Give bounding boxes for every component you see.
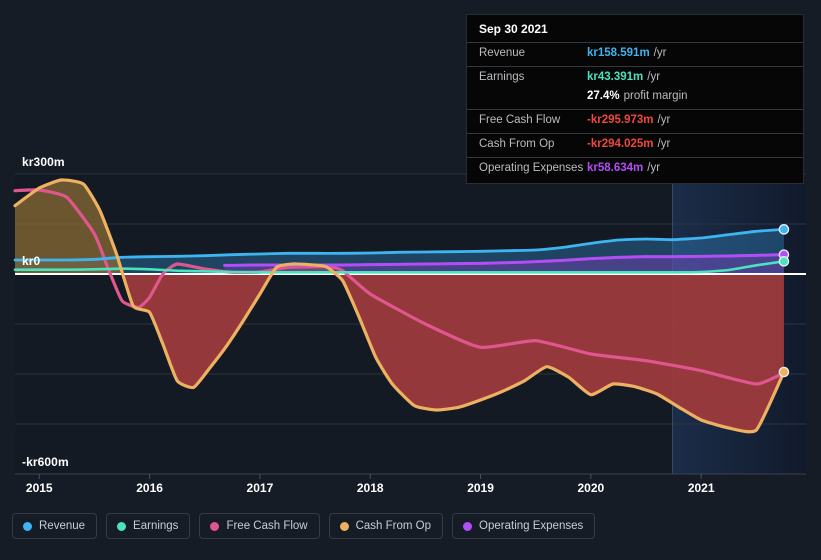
legend-item-label: Revenue xyxy=(39,520,86,532)
tooltip-row-label: Free Cash Flow xyxy=(479,114,561,126)
chart-tooltip: Sep 30 2021 Revenue kr158.591m/yr Earnings… xyxy=(466,14,804,184)
legend-item-label: Earnings xyxy=(133,520,179,532)
legend-color-dot-icon xyxy=(23,521,32,531)
tooltip-row-value: kr58.634m xyxy=(587,162,644,174)
chart-legend[interactable]: Revenue Earnings Free Cash Flow Cash From O… xyxy=(12,513,596,539)
legend-color-dot-icon xyxy=(339,521,349,531)
x-axis-tick-2020: 2020 xyxy=(577,481,605,495)
x-axis-tick-2015: 2015 xyxy=(25,481,53,495)
tooltip-row-value: -kr295.973m xyxy=(587,114,654,126)
tooltip-row-unit: /yr xyxy=(647,162,661,174)
tooltip-row-unit: /yr xyxy=(653,47,667,59)
x-axis-tick-2019: 2019 xyxy=(467,481,494,495)
tooltip-row-label: Earnings xyxy=(479,71,525,83)
tooltip-row-unit: /yr xyxy=(647,71,661,83)
tooltip-row: Earnings kr43.391m/yr xyxy=(467,66,803,90)
tooltip-row: 27.4% profit margin xyxy=(467,90,803,109)
legend-item-operating-expenses[interactable]: Operating Expenses xyxy=(452,513,596,539)
tooltip-row-label: Operating Expenses xyxy=(479,162,584,174)
tooltip-row: Operating Expenses kr58.634m/yr xyxy=(467,157,803,181)
tooltip-date: Sep 30 2021 xyxy=(479,22,548,36)
x-axis-tick-2017: 2017 xyxy=(246,481,274,495)
legend-color-dot-icon xyxy=(463,521,473,531)
tooltip-row-unit: profit margin xyxy=(623,90,688,102)
tooltip-row: Free Cash Flow -kr295.973m/yr xyxy=(467,109,803,133)
endpoint-marker-cash-from-op xyxy=(778,366,790,378)
legend-item-free-cash-flow[interactable]: Free Cash Flow xyxy=(199,513,320,539)
legend-item-earnings[interactable]: Earnings xyxy=(106,513,191,539)
tooltip-row-value: -kr294.025m xyxy=(587,138,654,150)
endpoint-marker-earnings xyxy=(778,256,790,267)
y-axis-label-top: kr300m xyxy=(22,155,65,169)
tooltip-row-label: Revenue xyxy=(479,47,526,59)
legend-color-dot-icon xyxy=(117,521,127,531)
x-axis-tick-2021: 2021 xyxy=(687,481,715,495)
tooltip-row-value: 27.4% xyxy=(587,90,620,102)
tooltip-row-unit: /yr xyxy=(657,114,671,126)
y-axis-label-zero: kr0 xyxy=(22,254,41,268)
tooltip-row-label: Cash From Op xyxy=(479,138,555,150)
tooltip-rows: Revenue kr158.591m/yr Earnings kr43.391m/yr… xyxy=(467,42,803,181)
x-axis-tick-2016: 2016 xyxy=(136,481,163,495)
legend-item-label: Operating Expenses xyxy=(479,520,584,532)
legend-item-revenue[interactable]: Revenue xyxy=(12,513,98,539)
tooltip-row-value: kr43.391m xyxy=(587,71,644,83)
endpoint-marker-revenue xyxy=(778,224,790,235)
x-axis-tick-2018: 2018 xyxy=(356,481,384,495)
legend-color-dot-icon xyxy=(210,521,220,531)
legend-item-cash-from-op[interactable]: Cash From Op xyxy=(328,513,444,539)
tooltip-row-value: kr158.591m xyxy=(587,47,650,59)
y-axis-label-bottom: -kr600m xyxy=(22,455,69,469)
tooltip-row: Cash From Op -kr294.025m/yr xyxy=(467,133,803,157)
tooltip-row: Revenue kr158.591m/yr xyxy=(467,42,803,66)
legend-item-label: Cash From Op xyxy=(355,520,432,532)
tooltip-row-unit: /yr xyxy=(657,138,671,150)
legend-item-label: Free Cash Flow xyxy=(226,520,308,532)
